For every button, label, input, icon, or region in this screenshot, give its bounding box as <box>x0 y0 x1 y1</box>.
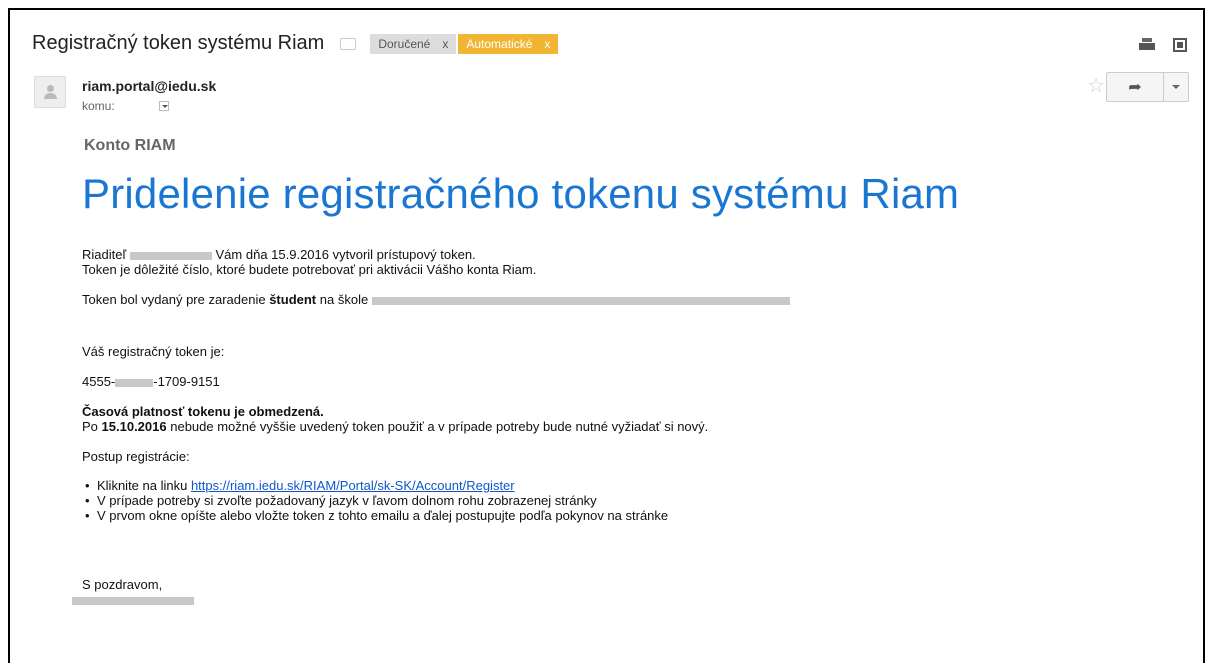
text: Kliknite na linku <box>97 478 188 493</box>
steps-title: Postup registrácie: <box>82 449 190 464</box>
signature <box>72 592 790 607</box>
token-part: 4555- <box>82 374 116 389</box>
paragraph-assignment: Token bol vydaný pre zaradenie študent n… <box>82 292 790 307</box>
list-item: V prvom okne opíšte alebo vložte token z… <box>85 508 790 523</box>
label-name: Automatické <box>466 36 533 51</box>
redacted-token-part <box>115 378 154 387</box>
remove-label-button[interactable]: x <box>544 37 550 51</box>
validity-title: Časová platnosť tokenu je obmedzená. <box>82 404 324 419</box>
token-value: 4555- -1709-9151 <box>82 374 790 389</box>
text: Po <box>82 419 98 434</box>
role-text: študent <box>269 292 317 307</box>
more-options-icon[interactable] <box>1164 72 1189 102</box>
label-name: Doručené <box>378 36 431 51</box>
token-intro: Váš registračný token je: <box>82 344 225 359</box>
subject-row: Registračný token systému Riam Doručené … <box>32 32 559 55</box>
list-item: Kliknite na linku https://riam.iedu.sk/R… <box>85 478 790 493</box>
label-chip-inbox[interactable]: Doručené x <box>370 33 457 54</box>
reply-group: ➦ <box>1106 72 1189 102</box>
reply-icon: ➦ <box>1128 79 1142 96</box>
label-chip-automatic[interactable]: Automatické x <box>458 33 559 54</box>
paragraph-created: Riaditeľ Vám dňa 15.9.2016 vytvoril prís… <box>82 247 790 262</box>
star-icon[interactable]: ☆ <box>1087 76 1105 96</box>
email-view: Registračný token systému Riam Doručené … <box>8 8 1205 663</box>
remove-label-button[interactable]: x <box>442 37 448 51</box>
email-headline: Pridelenie registračného tokenu systému … <box>82 170 960 217</box>
show-details-icon[interactable] <box>158 101 169 111</box>
new-window-icon[interactable] <box>1173 38 1187 52</box>
register-link[interactable]: https://riam.iedu.sk/RIAM/Portal/sk-SK/A… <box>191 478 515 493</box>
text: nebude možné vyššie uvedený token použiť… <box>170 419 709 434</box>
text: Riaditeľ <box>82 247 127 262</box>
redacted-signature <box>72 596 194 605</box>
redacted-name <box>129 251 212 260</box>
list-item: V prípade potreby si zvoľte požadovaný j… <box>85 493 790 508</box>
validity-text: Po 15.10.2016 nebude možné vyššie uveden… <box>82 419 790 434</box>
email-body: Riaditeľ Vám dňa 15.9.2016 vytvoril prís… <box>72 247 790 607</box>
email-subject: Registračný token systému Riam <box>32 32 325 54</box>
text: Token bol vydaný pre zaradenie <box>82 292 266 307</box>
token-part: -1709-9151 <box>153 374 220 389</box>
label-tag-icon[interactable] <box>340 37 357 50</box>
recipient-row: komu: <box>82 99 169 113</box>
redacted-school <box>371 296 790 305</box>
top-toolbar <box>1139 38 1187 52</box>
steps-list: Kliknite na linku https://riam.iedu.sk/R… <box>82 478 790 523</box>
closing: S pozdravom, <box>82 577 163 592</box>
avatar-icon <box>34 76 66 108</box>
validity-date: 15.10.2016 <box>101 419 167 434</box>
text: na škole <box>319 292 369 307</box>
sender-email[interactable]: riam.portal@iedu.sk <box>82 78 216 94</box>
text: Vám dňa 15.9.2016 vytvoril prístupový to… <box>215 247 476 262</box>
paragraph-importance: Token je dôležité číslo, ktoré budete po… <box>82 262 537 277</box>
to-label: komu: <box>82 99 115 113</box>
account-title: Konto RIAM <box>84 137 176 154</box>
print-icon[interactable] <box>1139 38 1155 52</box>
reply-button[interactable]: ➦ <box>1106 72 1164 102</box>
